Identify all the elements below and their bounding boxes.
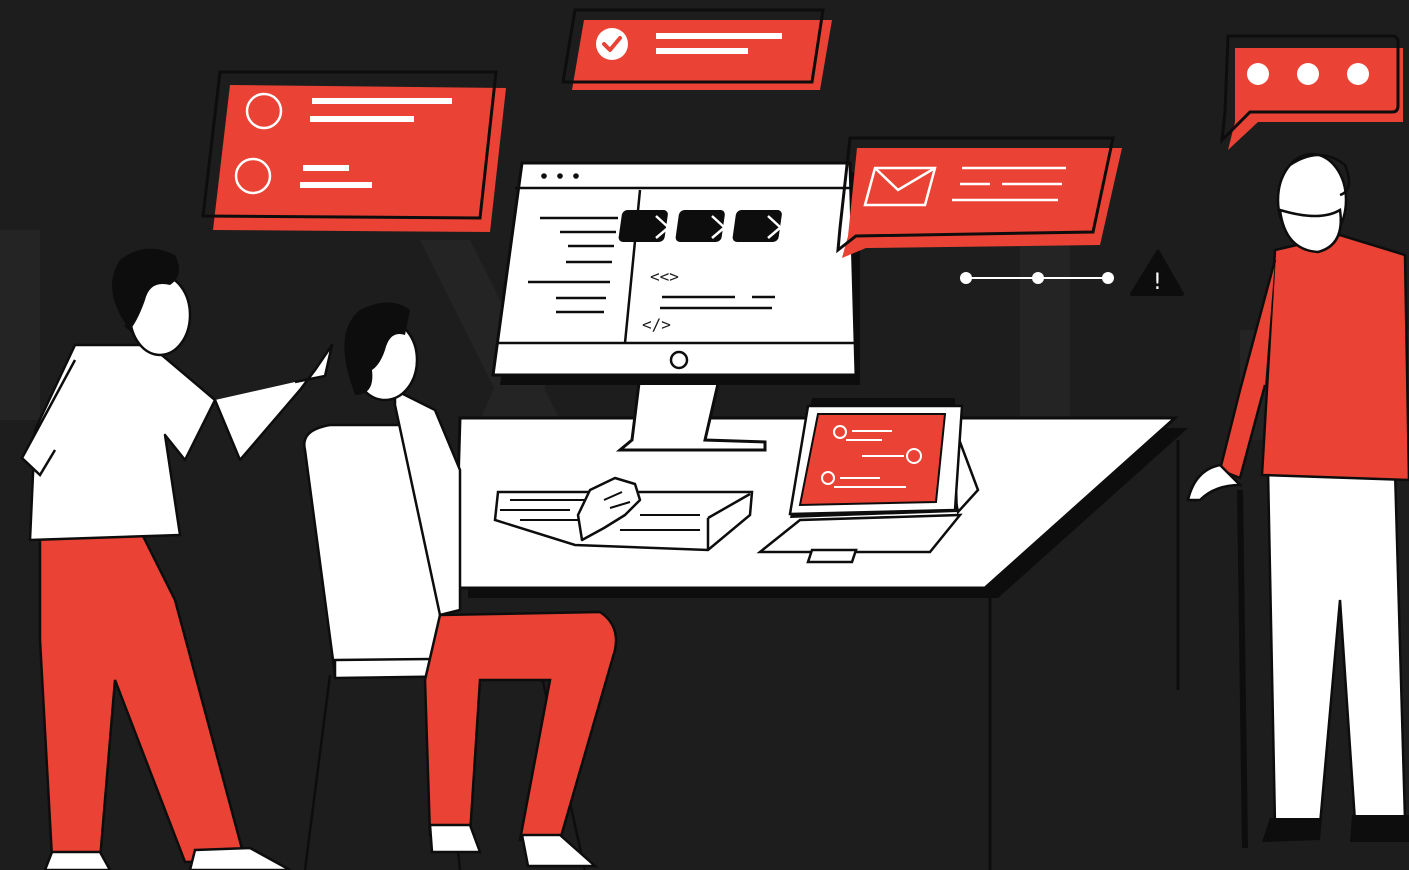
progress-step[interactable] (1032, 272, 1044, 284)
check-circle-icon[interactable] (596, 28, 628, 60)
code-open-tag: <<> (650, 267, 679, 286)
checklist-card (201, 70, 506, 232)
code-close-tag: </> (642, 315, 671, 334)
mail-card (836, 136, 1122, 258)
close-tiles (618, 210, 795, 242)
alert-glyph: ! (1153, 270, 1162, 295)
progress-step[interactable] (1102, 272, 1114, 284)
person-standing-left (20, 248, 334, 870)
progress-track: ! (960, 250, 1184, 296)
person-elderly (1186, 152, 1409, 849)
illustration-canvas: <<> </> ! (0, 8, 1409, 870)
chat-bubble (1220, 34, 1403, 150)
ellipsis-icon[interactable] (1247, 63, 1369, 85)
task-card (561, 8, 832, 90)
progress-step[interactable] (960, 272, 972, 284)
warning-triangle-icon[interactable]: ! (1130, 250, 1184, 296)
